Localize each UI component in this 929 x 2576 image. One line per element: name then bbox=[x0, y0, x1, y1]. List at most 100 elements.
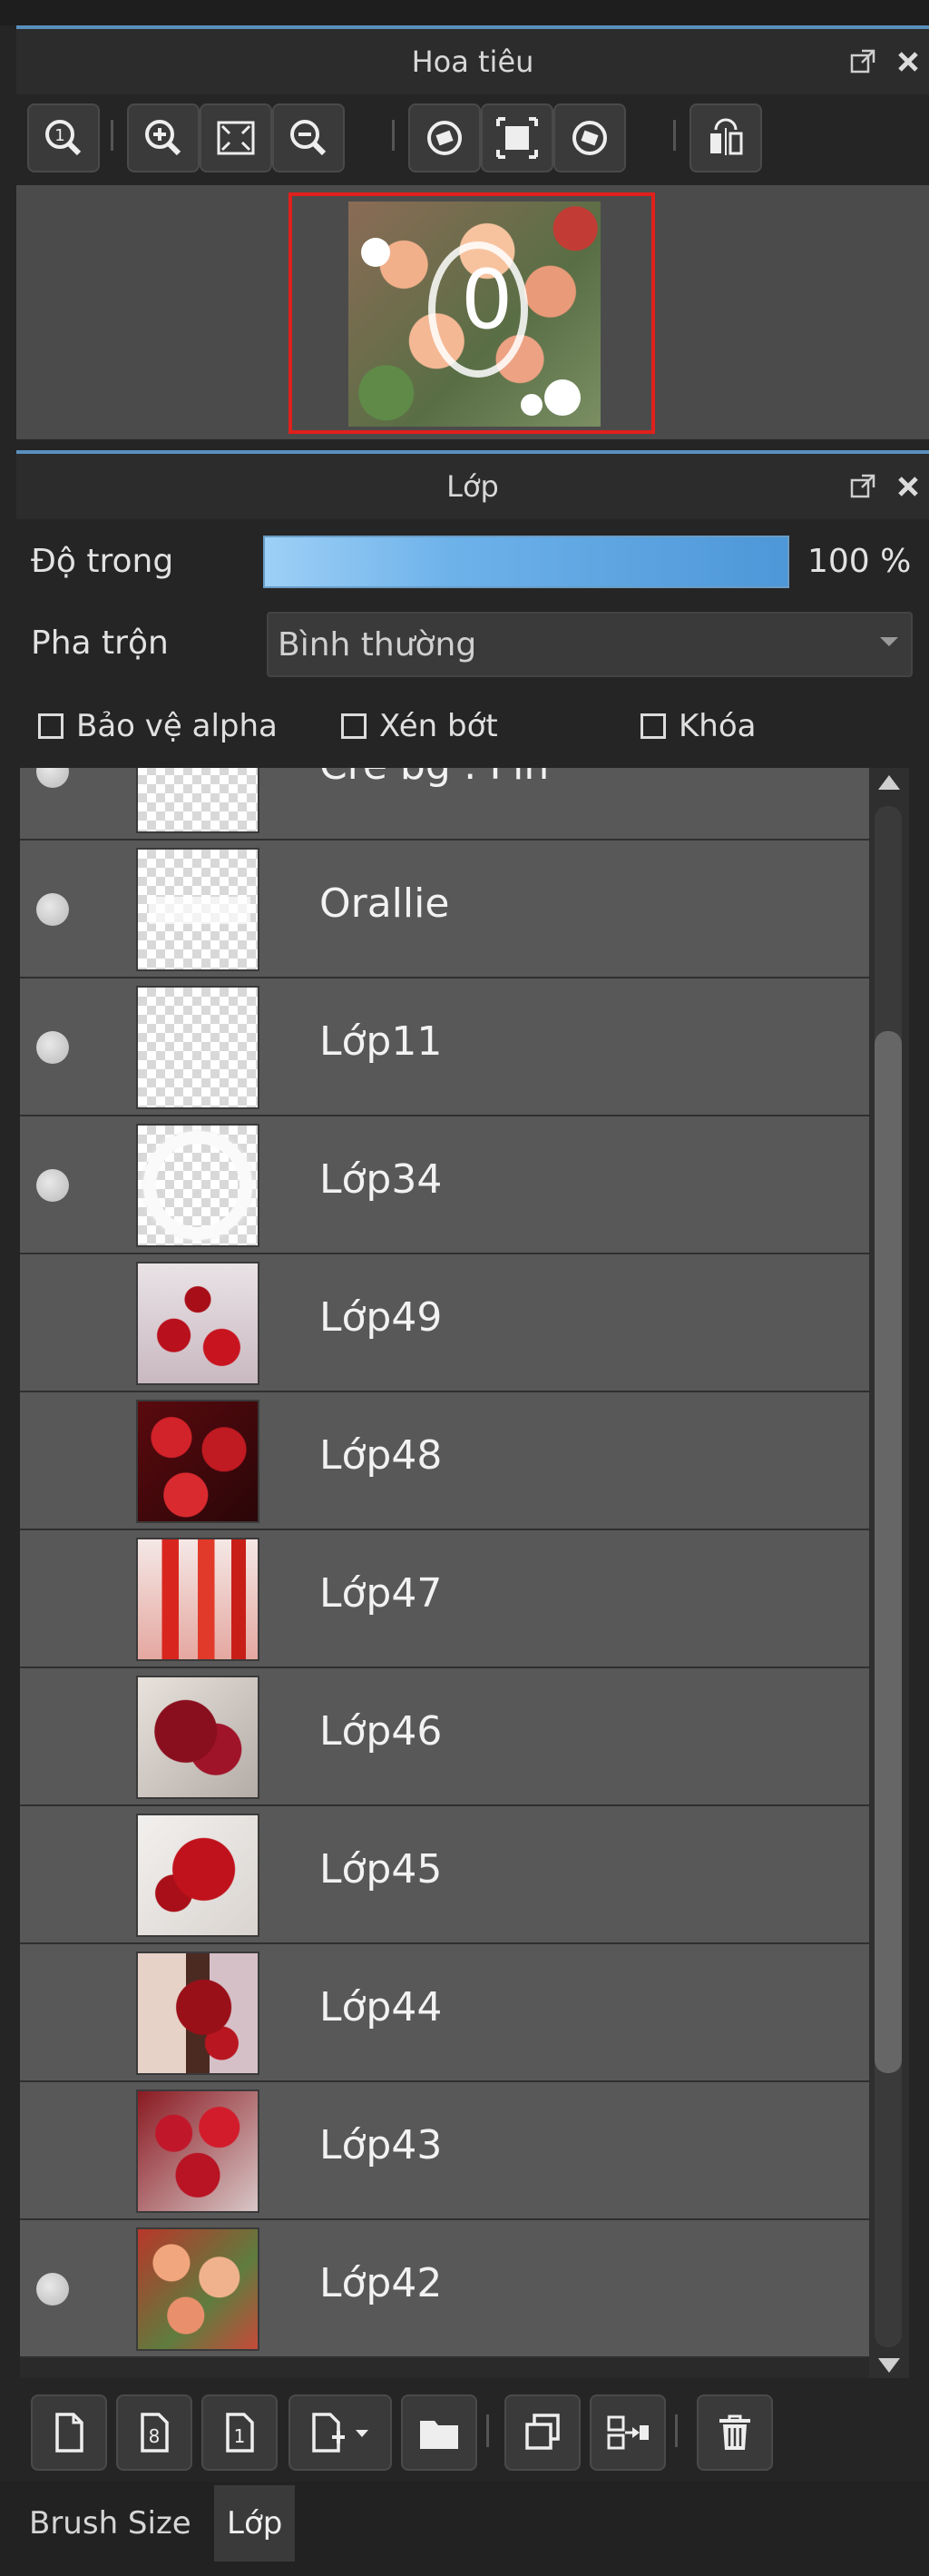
visibility-icon[interactable] bbox=[36, 893, 69, 926]
visibility-icon[interactable] bbox=[36, 768, 69, 788]
duplicate-layer-button[interactable] bbox=[504, 2394, 581, 2471]
new-layer-button[interactable] bbox=[31, 2394, 107, 2471]
layer-row[interactable]: Lớp44 bbox=[20, 1944, 869, 2082]
merge-down-icon bbox=[607, 2415, 649, 2450]
layer-row[interactable]: Lớp48 bbox=[20, 1392, 869, 1530]
layer-row[interactable]: Lớp49 bbox=[20, 1254, 869, 1392]
flip-horizontal-button[interactable] bbox=[689, 103, 762, 172]
protect-alpha-checkbox[interactable]: Bảo vệ alpha bbox=[38, 708, 278, 744]
opacity-slider-fill bbox=[263, 536, 789, 588]
layer-name: Lớp45 bbox=[319, 1846, 443, 1893]
layer-thumbnail bbox=[136, 768, 259, 833]
layer-row[interactable]: Lớp46 bbox=[20, 1668, 869, 1806]
delete-layer-button[interactable] bbox=[697, 2394, 773, 2471]
preview-dot bbox=[544, 379, 581, 416]
layer-row[interactable]: Lớp42 bbox=[20, 2220, 869, 2358]
layer-row[interactable]: Lớp11 bbox=[20, 978, 869, 1116]
close-icon[interactable] bbox=[895, 48, 922, 75]
tab-layers[interactable]: Lớp bbox=[214, 2485, 296, 2561]
fit-window-icon bbox=[496, 117, 538, 159]
layer-name: Lớp34 bbox=[319, 1156, 443, 1203]
fit-screen-icon bbox=[217, 121, 255, 155]
layer-list[interactable]: Cre bg : Pin Orallie Lớp11 Lớp34 Lớp49 L… bbox=[20, 768, 869, 2378]
zoom-out-button[interactable] bbox=[272, 103, 345, 172]
layer-name: Lớp46 bbox=[319, 1708, 443, 1755]
new-folder-button[interactable] bbox=[401, 2394, 477, 2471]
scroll-down-icon[interactable] bbox=[878, 2358, 900, 2373]
tab-label: Brush Size bbox=[29, 2505, 191, 2542]
visibility-icon[interactable] bbox=[36, 1169, 69, 1202]
blend-label: Pha trộn bbox=[31, 624, 169, 662]
layer-row[interactable]: Lớp45 bbox=[20, 1806, 869, 1944]
layer-thumbnail bbox=[136, 2089, 259, 2213]
opacity-label: Độ trong bbox=[31, 543, 174, 580]
top-strip bbox=[0, 0, 929, 25]
visibility-icon[interactable] bbox=[36, 2273, 69, 2306]
preview-number: 0 bbox=[461, 252, 513, 348]
preview-dot bbox=[361, 238, 390, 267]
merge-down-button[interactable] bbox=[590, 2394, 666, 2471]
toolbar-separator bbox=[486, 2414, 489, 2447]
clip-label: Xén bớt bbox=[379, 708, 498, 744]
new-1bit-layer-icon: 1 bbox=[226, 2413, 254, 2453]
rotate-right-button[interactable] bbox=[553, 103, 626, 172]
zoom-in-icon bbox=[145, 120, 181, 156]
blend-mode-select[interactable]: Bình thường bbox=[267, 612, 913, 677]
toolbar-separator bbox=[392, 120, 395, 151]
layer-name: Orallie bbox=[319, 880, 450, 927]
layer-row[interactable]: Cre bg : Pin bbox=[20, 768, 869, 841]
close-icon[interactable] bbox=[895, 473, 922, 500]
svg-text:1: 1 bbox=[234, 2425, 246, 2447]
layer-name: Lớp42 bbox=[319, 2260, 443, 2306]
visibility-icon[interactable] bbox=[36, 1031, 69, 1064]
fit-window-button[interactable] bbox=[481, 103, 553, 172]
undock-icon[interactable] bbox=[849, 48, 876, 75]
scroll-up-icon[interactable] bbox=[878, 775, 900, 790]
layer-thumbnail bbox=[136, 1952, 259, 2075]
clip-checkbox[interactable]: Xén bớt bbox=[341, 708, 498, 744]
fit-screen-button[interactable] bbox=[200, 103, 272, 172]
add-layer-menu-button[interactable] bbox=[288, 2394, 392, 2471]
toolbar-separator bbox=[111, 120, 113, 151]
canvas-preview: 0 bbox=[348, 202, 601, 427]
svg-text:8: 8 bbox=[149, 2425, 161, 2447]
rotate-left-button[interactable] bbox=[408, 103, 481, 172]
zoom-out-icon bbox=[290, 120, 327, 156]
zoom-actual-button[interactable]: 1 bbox=[27, 103, 100, 172]
chevron-down-icon bbox=[880, 637, 898, 646]
layer-thumbnail bbox=[136, 1538, 259, 1661]
new-8bit-layer-button[interactable]: 8 bbox=[116, 2394, 192, 2471]
tab-brush-size[interactable]: Brush Size bbox=[16, 2485, 204, 2561]
new-1bit-layer-button[interactable]: 1 bbox=[201, 2394, 278, 2471]
lock-label: Khóa bbox=[679, 708, 757, 744]
navigator-panel-header: Hoa tiêu bbox=[16, 29, 929, 94]
layer-name: Lớp43 bbox=[319, 2122, 443, 2168]
duplicate-layer-icon bbox=[525, 2414, 560, 2450]
protect-alpha-label: Bảo vệ alpha bbox=[76, 708, 278, 744]
toolbar-separator bbox=[675, 2414, 678, 2447]
flip-horizontal-icon bbox=[710, 118, 743, 155]
layer-name: Lớp44 bbox=[319, 1984, 443, 2030]
layer-thumbnail bbox=[136, 1262, 259, 1385]
zoom-in-button[interactable] bbox=[127, 103, 200, 172]
layer-name: Lớp48 bbox=[319, 1432, 443, 1479]
opacity-slider[interactable] bbox=[263, 536, 789, 588]
layer-row[interactable]: Lớp34 bbox=[20, 1116, 869, 1254]
checkbox-box bbox=[341, 713, 367, 739]
navigator-toolbar: 1 bbox=[16, 94, 929, 185]
toolbar-separator bbox=[673, 120, 676, 151]
blend-mode-value: Bình thường bbox=[278, 625, 477, 664]
lock-checkbox[interactable]: Khóa bbox=[641, 708, 756, 744]
layer-thumbnail bbox=[136, 986, 259, 1109]
undock-icon[interactable] bbox=[849, 473, 876, 500]
new-8bit-layer-icon: 8 bbox=[141, 2413, 169, 2453]
layer-row[interactable]: Lớp43 bbox=[20, 2082, 869, 2220]
layers-panel-header: Lớp bbox=[16, 454, 929, 519]
rotate-right-icon bbox=[572, 121, 607, 155]
navigator-preview-area[interactable]: 0 bbox=[16, 185, 929, 439]
scrollbar-thumb[interactable] bbox=[875, 1031, 902, 2073]
preview-dot bbox=[521, 394, 543, 416]
layer-row[interactable]: Orallie bbox=[20, 841, 869, 978]
checkbox-box bbox=[641, 713, 666, 739]
layer-row[interactable]: Lớp47 bbox=[20, 1530, 869, 1668]
